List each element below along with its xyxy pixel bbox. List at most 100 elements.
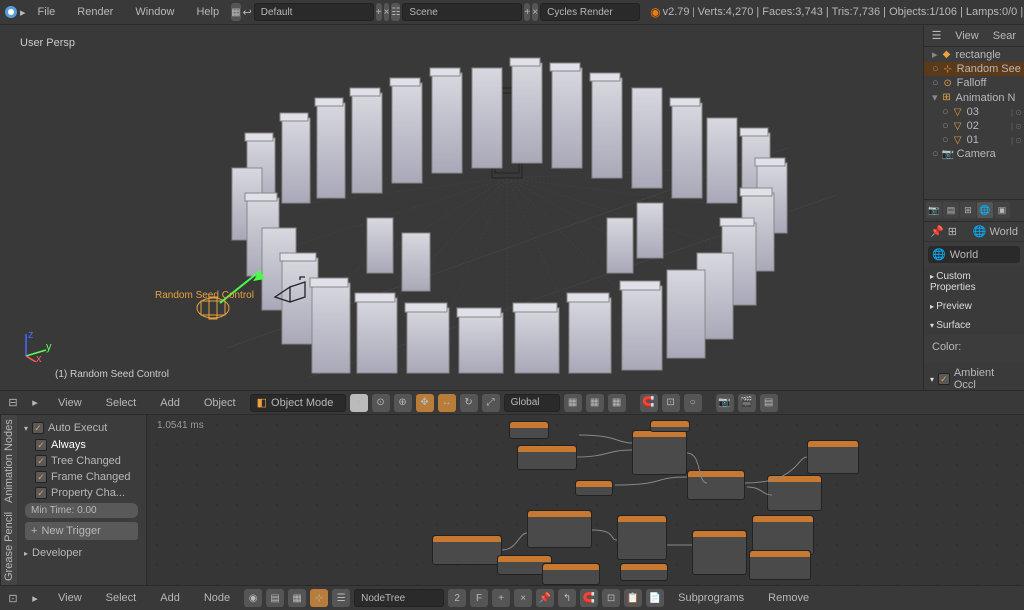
tab-render-icon[interactable]: 📷 [926,202,942,218]
outliner-view-menu[interactable]: View [951,28,983,44]
node-select-menu[interactable]: Select [96,589,147,607]
manipulator-toggle-icon[interactable]: ✥ [416,394,434,412]
expand-icon[interactable]: ▸ [20,3,26,21]
view3d-select-menu[interactable]: Select [96,394,147,412]
outliner-search-menu[interactable]: Sear [989,28,1020,44]
collapse-menus-icon[interactable]: ▸ [26,394,44,412]
blender-icon[interactable] [4,3,18,21]
svg-text:y: y [46,341,52,353]
chk-property-changed[interactable] [35,487,47,499]
chk-tree-changed[interactable] [35,455,47,467]
orientation-dropdown[interactable]: Global [504,394,560,412]
pivot-icon[interactable]: ⊙ [372,394,390,412]
new-trigger-button[interactable]: +New Trigger [25,522,138,540]
layers-2[interactable]: ▦ [586,394,604,412]
menu-window[interactable]: Window [125,3,184,21]
tree-type-comp-icon[interactable]: ▤ [266,589,284,607]
editor-type-3dview-icon[interactable]: ⊟ [4,394,22,412]
fake-user-button[interactable]: F [470,589,488,607]
go-parent-icon[interactable]: ↰ [558,589,576,607]
selected-empty-gizmo [195,253,255,313]
subprograms-menu[interactable]: Subprograms [668,589,754,607]
outliner-tree[interactable]: ▸◆rectangle ○⊹Random See ○⊙Falloff ▾⊞Ani… [924,47,1024,161]
view3d-add-menu[interactable]: Add [150,394,190,412]
snap-target-icon[interactable]: ⊡ [662,394,680,412]
node-node-menu[interactable]: Node [194,589,240,607]
opengl-anim-icon[interactable]: 🎬 [738,394,756,412]
world-datablock-field[interactable]: 🌐World [928,246,1020,263]
tree-browse-icon[interactable]: ☰ [332,589,350,607]
chk-frame-changed[interactable] [35,471,47,483]
nodetree-field[interactable]: NodeTree [354,589,444,607]
menu-file[interactable]: File [28,3,66,21]
remove-layout-button[interactable]: × [384,3,390,21]
render-engine-dropdown[interactable]: Cycles Render [540,3,640,21]
min-time-field[interactable]: Min Time: 0.00 [25,503,138,518]
tree-type-shader-icon[interactable]: ◉ [244,589,262,607]
chk-always[interactable] [35,439,47,451]
tab-world-icon[interactable]: 🌐 [977,202,993,218]
add-layout-button[interactable]: + [376,3,382,21]
scene-dropdown[interactable]: Scene [402,3,522,21]
tab-scene-icon[interactable]: ⊞ [960,202,976,218]
tab-layers-icon[interactable]: ▤ [943,202,959,218]
collapse-node-menus-icon[interactable]: ▸ [26,589,44,607]
cursor-pivot-icon[interactable]: ⊕ [394,394,412,412]
view3d-view-menu[interactable]: View [48,394,92,412]
panel-surface[interactable]: Surface [924,316,1024,335]
tab-object-icon[interactable]: ▣ [994,202,1010,218]
mode-dropdown[interactable]: ◧Object Mode [250,394,346,412]
breadcrumb-scene-icon: ⊞ [948,225,957,238]
view3d-object-menu[interactable]: Object [194,394,246,412]
ao-checkbox[interactable] [938,373,950,385]
top-menu-bar: ▸ File Render Window Help ▦ ↩ Default + … [0,0,1024,25]
opengl-render-icon[interactable]: 📷 [716,394,734,412]
add-tree-button[interactable]: + [492,589,510,607]
add-scene-button[interactable]: + [524,3,530,21]
remove-menu[interactable]: Remove [758,589,819,607]
properties-panel: 📷 ▤ ⊞ 🌐 ▣ 📌⊞🌐 World 🌐World Custom Proper… [924,200,1024,390]
camera-object-icon [270,272,310,312]
outliner-editor-icon[interactable]: ☰ [928,27,945,45]
view-perspective-label: User Persp [20,37,75,49]
copy-nodes-icon[interactable]: 📋 [624,589,642,607]
auto-exec-panel[interactable]: ▾Auto Execut [21,419,142,437]
snap-toggle-icon[interactable]: 🧲 [640,394,658,412]
developer-panel[interactable]: ▸Developer [21,544,142,562]
paste-nodes-icon[interactable]: 📄 [646,589,664,607]
scene-browse-icon[interactable]: ☷ [391,3,400,21]
editor-type-node-icon[interactable]: ⊡ [4,589,22,607]
scale-icon[interactable]: ⤢ [482,394,500,412]
node-editor-graph[interactable]: 1.0541 ms [147,415,1024,585]
svg-text:z: z [28,330,34,341]
back-to-prev-icon[interactable]: ↩ [243,3,252,21]
translate-icon[interactable]: ↔ [438,394,456,412]
node-view-menu[interactable]: View [48,589,92,607]
proportional-edit-icon[interactable]: ○ [684,394,702,412]
layout-grid-icon[interactable]: ▦ [231,3,240,21]
remove-scene-button[interactable]: × [532,3,538,21]
rotate-icon[interactable]: ↻ [460,394,478,412]
prev-tree-button[interactable]: 2 [448,589,466,607]
panel-ambient-occlusion[interactable]: Ambient Occl [924,363,1024,390]
snap-node-icon[interactable]: 🧲 [580,589,598,607]
layers-3[interactable]: ▦ [608,394,626,412]
menu-render[interactable]: Render [67,3,123,21]
node-add-menu[interactable]: Add [150,589,190,607]
tree-type-an-icon[interactable]: ⊹ [310,589,328,607]
remove-tree-button[interactable]: × [514,589,532,607]
pin-tree-icon[interactable]: 📌 [536,589,554,607]
viewport-settings-icon[interactable]: ▤ [760,394,778,412]
props-context-tabs[interactable]: 📷 ▤ ⊞ 🌐 ▣ [924,200,1024,222]
layers-1[interactable]: ▦ [564,394,582,412]
tool-tabs-vertical[interactable]: Grease Pencil Animation Nodes [0,415,17,585]
panel-custom-properties[interactable]: Custom Properties [924,267,1024,297]
snap-grid-icon[interactable]: ⊡ [602,589,620,607]
shading-solid-icon[interactable]: ● [350,394,368,412]
panel-preview[interactable]: Preview [924,297,1024,316]
layout-dropdown[interactable]: Default [254,3,374,21]
pin-icon[interactable]: 📌 [930,225,944,238]
menu-help[interactable]: Help [186,3,229,21]
3d-viewport[interactable]: User Persp [0,25,923,390]
tree-type-tex-icon[interactable]: ▦ [288,589,306,607]
